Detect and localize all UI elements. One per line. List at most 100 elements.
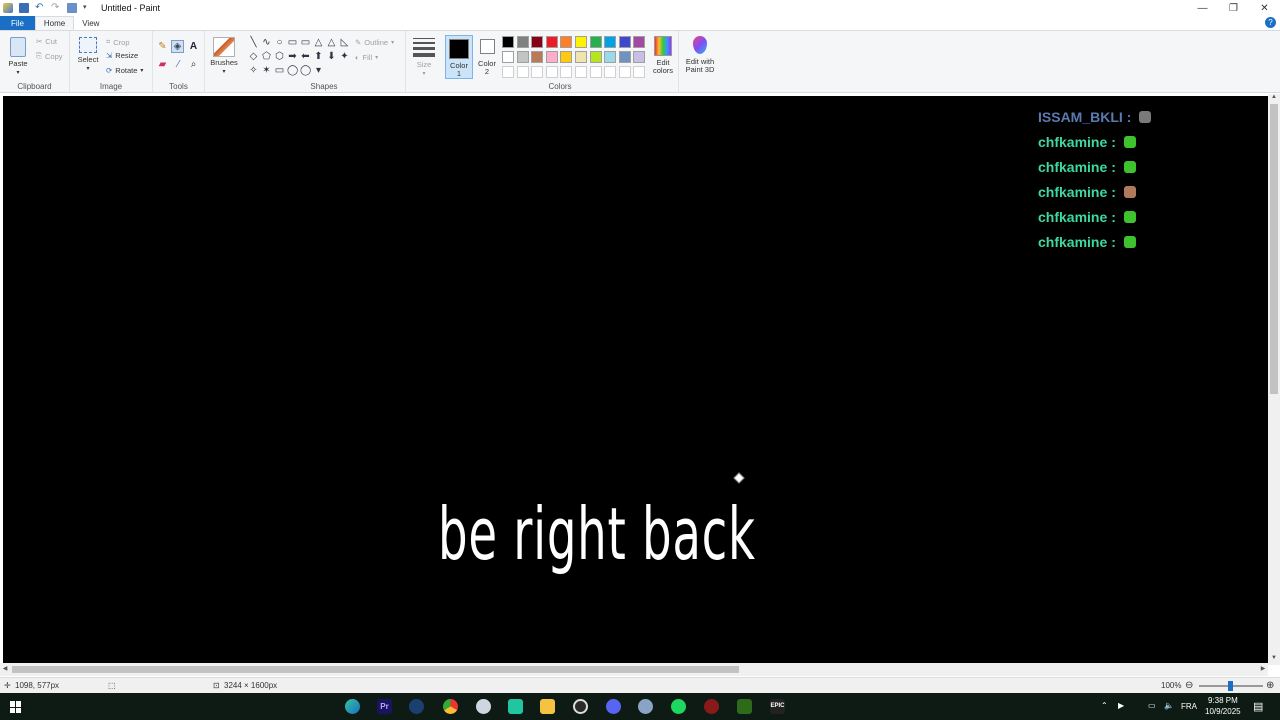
close-button[interactable]: ✕: [1249, 0, 1280, 16]
size-button[interactable]: Size ▾: [410, 38, 438, 78]
file-explorer-icon[interactable]: [540, 699, 555, 714]
palette-swatch[interactable]: [589, 66, 602, 78]
shape-line-icon[interactable]: ╲: [248, 37, 259, 48]
vertical-scroll-thumb[interactable]: [1270, 104, 1278, 394]
clock-time[interactable]: 9:38 PM: [1208, 696, 1238, 705]
palette-swatch[interactable]: [604, 51, 617, 63]
properties-icon[interactable]: [67, 3, 77, 13]
customize-qa-icon[interactable]: ▾: [83, 3, 93, 13]
shape-oval-callout-icon[interactable]: ◯: [287, 65, 298, 76]
shape-more-icon[interactable]: ▾: [313, 65, 324, 76]
scroll-right-icon[interactable]: ▶: [1258, 663, 1268, 676]
brushes-button[interactable]: Brushes ▾: [209, 37, 239, 76]
palette-swatch[interactable]: [516, 66, 529, 78]
obs-icon[interactable]: [573, 699, 588, 714]
zoom-in-icon[interactable]: ⊕: [1266, 680, 1274, 691]
spotify-icon[interactable]: [671, 699, 686, 714]
tray-app-icon[interactable]: ▶: [1118, 701, 1124, 710]
shape-down-arrow-icon[interactable]: ⬇: [326, 51, 337, 62]
palette-swatch[interactable]: [531, 66, 544, 78]
palette-swatch[interactable]: [545, 36, 558, 48]
paint3d-button[interactable]: Edit with Paint 3D: [682, 36, 718, 74]
palette-swatch[interactable]: [604, 36, 617, 48]
palette-swatch[interactable]: [618, 36, 631, 48]
palette-swatch[interactable]: [618, 51, 631, 63]
horizontal-scrollbar[interactable]: ◀ ▶: [0, 663, 1268, 676]
paint-taskbar-icon[interactable]: [638, 699, 653, 714]
shape-right-triangle-icon[interactable]: ◺: [339, 37, 350, 48]
green-app-icon[interactable]: [508, 699, 523, 714]
horizontal-scroll-thumb[interactable]: [12, 666, 739, 673]
chrome-icon[interactable]: [443, 699, 458, 714]
volume-icon[interactable]: 🔈: [1164, 701, 1174, 710]
shape-right-arrow-icon[interactable]: ➡: [287, 51, 298, 62]
shape-up-arrow-icon[interactable]: ⬆: [313, 51, 324, 62]
tab-view[interactable]: View: [74, 16, 107, 30]
palette-swatch[interactable]: [502, 66, 514, 78]
shape-five-point-star-icon[interactable]: ✧: [248, 65, 259, 76]
redo-icon[interactable]: ↷: [51, 3, 61, 13]
save-icon[interactable]: [19, 3, 29, 13]
language-indicator[interactable]: FRA: [1181, 702, 1197, 711]
palette-swatch[interactable]: [575, 51, 587, 63]
palette-swatch[interactable]: [545, 66, 558, 78]
vertical-scrollbar[interactable]: ▲ ▼: [1268, 94, 1280, 665]
shape-cloud-callout-icon[interactable]: ◯: [300, 65, 311, 76]
palette-swatch[interactable]: [604, 66, 617, 78]
color2-button[interactable]: Color 2: [475, 35, 499, 76]
palette-swatch[interactable]: [560, 51, 573, 63]
magnifier-icon[interactable]: ⌕: [188, 59, 199, 70]
minimize-button[interactable]: —: [1187, 0, 1218, 16]
text-icon[interactable]: A: [188, 41, 199, 52]
eraser-icon[interactable]: ▰: [157, 59, 168, 70]
shape-polygon-icon[interactable]: △: [313, 37, 324, 48]
shape-rounded-callout-icon[interactable]: ▭: [274, 65, 285, 76]
shape-left-arrow-icon[interactable]: ⬅: [300, 51, 311, 62]
palette-swatch[interactable]: [560, 66, 573, 78]
cut-button[interactable]: ✂ Cut: [36, 37, 57, 46]
palette-swatch[interactable]: [633, 51, 646, 63]
discord-icon[interactable]: [606, 699, 621, 714]
color-picker-icon[interactable]: ⁄: [173, 59, 184, 70]
tab-home[interactable]: Home: [34, 16, 75, 30]
palette-swatch[interactable]: [589, 51, 602, 63]
zoom-slider-thumb[interactable]: [1228, 681, 1233, 691]
palette-swatch[interactable]: [589, 36, 602, 48]
premiere-icon[interactable]: Pr: [377, 699, 392, 714]
palette-swatch[interactable]: [560, 36, 573, 48]
zoom-slider[interactable]: [1199, 681, 1263, 691]
fill-button[interactable]: ◐ Fill ▾: [355, 53, 378, 62]
shape-diamond-icon[interactable]: ◇: [248, 51, 259, 62]
start-button-icon[interactable]: [10, 701, 22, 713]
clock-date[interactable]: 10/9/2025: [1205, 707, 1241, 716]
palette-swatch[interactable]: [531, 36, 544, 48]
shape-hexagon-icon[interactable]: ⬡: [274, 51, 285, 62]
palette-swatch[interactable]: [633, 36, 646, 48]
restore-button[interactable]: ❐: [1218, 0, 1249, 16]
nvidia-icon[interactable]: [737, 699, 752, 714]
palette-swatch[interactable]: [545, 51, 558, 63]
undo-icon[interactable]: ↶: [35, 3, 45, 13]
palette-swatch[interactable]: [575, 36, 587, 48]
paste-button[interactable]: Paste ▾: [4, 37, 32, 77]
shape-oval-icon[interactable]: ○: [274, 37, 285, 48]
epic-games-icon[interactable]: EPIC: [770, 699, 785, 714]
palette-swatch[interactable]: [633, 66, 646, 78]
rotate-button[interactable]: ⟳ Rotate ▾: [106, 66, 143, 75]
shape-six-point-star-icon[interactable]: ✶: [261, 65, 272, 76]
edge-icon[interactable]: [345, 699, 360, 714]
palette-swatch[interactable]: [502, 51, 514, 63]
color1-button[interactable]: Color 1: [445, 35, 473, 79]
palette-swatch[interactable]: [575, 66, 587, 78]
copy-button[interactable]: ⎘ Copy: [36, 51, 63, 61]
zoom-out-icon[interactable]: ⊖: [1185, 680, 1193, 691]
pencil-icon[interactable]: ✎: [157, 41, 168, 52]
help-icon[interactable]: ?: [1265, 17, 1276, 28]
shape-curve-icon[interactable]: ∿: [261, 37, 272, 48]
tray-chevron-icon[interactable]: ⌃: [1101, 701, 1108, 710]
shape-four-point-star-icon[interactable]: ✦: [339, 51, 350, 62]
steam-icon[interactable]: [409, 699, 424, 714]
outline-button[interactable]: ✎ Outline ▾: [355, 38, 394, 47]
shape-rectangle-icon[interactable]: ▭: [287, 37, 298, 48]
fill-bucket-icon[interactable]: ◈: [171, 40, 184, 53]
